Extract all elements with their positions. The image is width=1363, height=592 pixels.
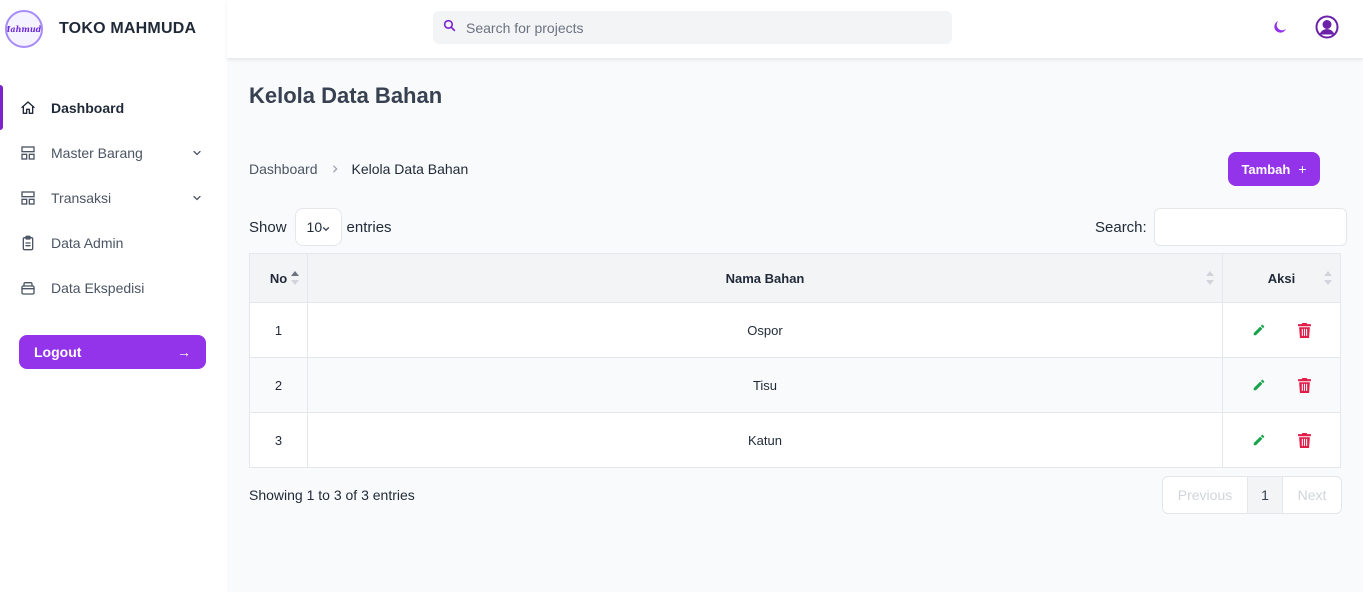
column-header-aksi[interactable]: Aksi	[1222, 253, 1341, 303]
topbar	[227, 0, 1363, 58]
cell-no: 1	[249, 302, 308, 358]
table-search-label: Search:	[1095, 218, 1147, 236]
trash-icon[interactable]	[1298, 377, 1311, 393]
page-size-select[interactable]: 10	[294, 208, 342, 246]
table-row: 3 Katun	[249, 412, 1341, 468]
chevron-down-icon	[321, 221, 331, 237]
table-info: Showing 1 to 3 of 3 entries	[249, 487, 415, 503]
moon-icon[interactable]	[1272, 19, 1288, 40]
sidebar-nav: Dashboard Master Barang Transaksi Data A…	[0, 85, 227, 310]
column-header-label: No	[269, 270, 288, 286]
cell-actions	[1222, 412, 1341, 468]
entries-label: entries	[346, 218, 392, 236]
profile-avatar-icon[interactable]	[1315, 15, 1339, 44]
previous-page-button[interactable]: Previous	[1163, 477, 1247, 513]
edit-pencil-icon[interactable]	[1252, 433, 1266, 447]
add-button-label: Tambah	[1241, 161, 1291, 177]
cell-nama-bahan: Tisu	[307, 357, 1223, 413]
chevron-down-icon[interactable]	[191, 147, 203, 159]
grid-icon	[20, 190, 36, 206]
search-input[interactable]	[466, 19, 926, 36]
sidebar-item-label: Data Ekspedisi	[51, 279, 145, 296]
table-row: 1 Ospor	[249, 302, 1341, 358]
arrow-right-icon: →	[177, 344, 191, 360]
breadcrumb-home-link[interactable]: Dashboard	[249, 161, 318, 177]
briefcase-icon	[20, 280, 36, 296]
cell-actions	[1222, 357, 1341, 413]
sidebar: Mahmuda TOKO MAHMUDA Dashboard Master Ba…	[0, 0, 227, 592]
clipboard-icon	[20, 235, 36, 251]
sidebar-item-label: Master Barang	[51, 144, 143, 161]
column-header-nama-bahan[interactable]: Nama Bahan	[307, 253, 1223, 303]
edit-pencil-icon[interactable]	[1252, 323, 1266, 337]
pagination: Previous 1 Next	[1162, 476, 1342, 514]
chevron-down-icon[interactable]	[191, 192, 203, 204]
page-length-control: Show 10 entries	[249, 208, 392, 246]
logo-text: Mahmuda	[7, 24, 42, 34]
table-header-row: No Nama Bahan Aksi	[249, 253, 1341, 303]
sidebar-item-label: Data Admin	[51, 234, 124, 251]
sort-ascending-icon	[291, 271, 299, 285]
search-icon	[443, 19, 456, 37]
cell-actions	[1222, 302, 1341, 358]
data-table: No Nama Bahan Aksi 1 Ospor 2 Tisu 3 Katu…	[249, 253, 1341, 468]
chevron-right-icon	[330, 164, 340, 174]
logout-button[interactable]: Logout →	[19, 335, 206, 369]
brand-name: TOKO MAHMUDA	[59, 20, 197, 37]
brand-logo: Mahmuda	[5, 10, 43, 48]
next-page-button[interactable]: Next	[1283, 477, 1341, 513]
trash-icon[interactable]	[1298, 432, 1311, 448]
logout-label: Logout	[34, 344, 82, 360]
breadcrumb-current: Kelola Data Bahan	[351, 161, 469, 177]
page-title: Kelola Data Bahan	[249, 83, 443, 108]
sidebar-item-label: Dashboard	[51, 99, 125, 116]
table-search: Search:	[1095, 208, 1347, 246]
cell-nama-bahan: Katun	[307, 412, 1223, 468]
cell-nama-bahan: Ospor	[307, 302, 1223, 358]
sidebar-item-master-barang[interactable]: Master Barang	[0, 130, 227, 175]
brand[interactable]: Mahmuda TOKO MAHMUDA	[0, 0, 227, 58]
sidebar-item-dashboard[interactable]: Dashboard	[0, 85, 227, 130]
cell-no: 2	[249, 357, 308, 413]
column-header-no[interactable]: No	[249, 253, 308, 303]
cell-no: 3	[249, 412, 308, 468]
sidebar-item-data-admin[interactable]: Data Admin	[0, 220, 227, 265]
search-bar[interactable]	[433, 11, 952, 44]
grid-icon	[20, 145, 36, 161]
trash-icon[interactable]	[1298, 322, 1311, 338]
show-label: Show	[249, 218, 287, 236]
column-header-label: Aksi	[1267, 270, 1296, 286]
add-button[interactable]: Tambah +	[1228, 152, 1320, 186]
page-1-button[interactable]: 1	[1247, 477, 1283, 513]
table-row: 2 Tisu	[249, 357, 1341, 413]
plus-icon: +	[1298, 161, 1307, 177]
breadcrumb: Dashboard Kelola Data Bahan	[249, 161, 468, 177]
column-header-label: Nama Bahan	[725, 270, 805, 286]
table-search-input[interactable]	[1153, 208, 1347, 246]
sidebar-item-data-ekspedisi[interactable]: Data Ekspedisi	[0, 265, 227, 310]
home-icon	[20, 100, 36, 116]
sidebar-item-transaksi[interactable]: Transaksi	[0, 175, 227, 220]
sort-icon	[1206, 271, 1214, 285]
sort-icon	[1324, 271, 1332, 285]
edit-pencil-icon[interactable]	[1252, 378, 1266, 392]
sidebar-item-label: Transaksi	[51, 189, 112, 206]
